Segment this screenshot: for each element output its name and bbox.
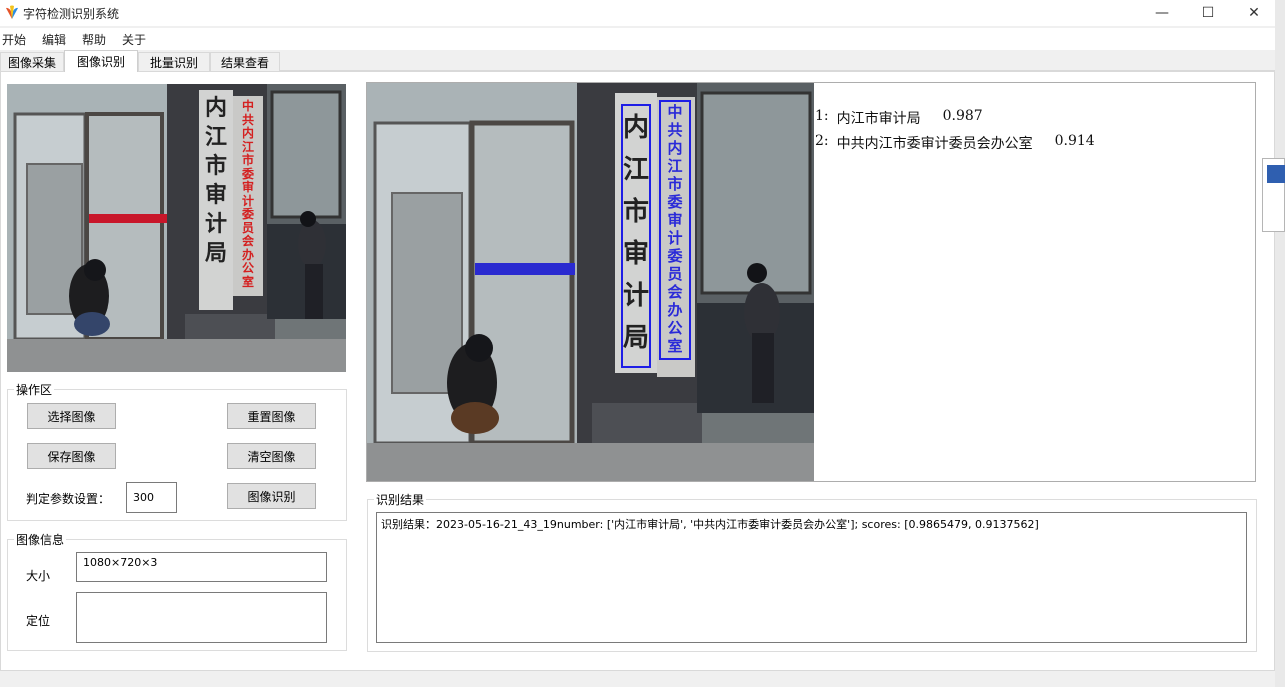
maximize-icon: ☐ [1201,5,1215,21]
select-image-button[interactable]: 选择图像 [27,403,116,429]
detection-row-2: 2: 中共内江市委审计委员会办公室 0.914 [815,133,1095,153]
close-button[interactable]: ✕ [1231,0,1277,26]
save-image-button[interactable]: 保存图像 [27,443,116,469]
image-info-group-title: 图像信息 [14,531,67,548]
size-label: 大小 [26,569,51,583]
tab-view-results[interactable]: 结果查看 [210,52,280,71]
menu-start[interactable]: 开始 [2,31,26,48]
detection-score: 0.914 [1054,133,1095,149]
window-title: 字符检测识别系统 [23,7,120,21]
position-label: 定位 [26,614,51,628]
maximize-button[interactable]: ☐ [1185,0,1231,26]
detection-text: 内江市审计局 [836,111,921,127]
detection-row-1: 1: 内江市审计局 0.987 [815,108,983,128]
window-edge [1275,0,1285,687]
detection-index: 2: [815,133,829,149]
annotated-image: 内 江 市 审 计 局 中 共 内 江 市 委 审 计 委 员 会 办 公 室 [367,83,814,481]
size-field[interactable]: 1080×720×3 [76,552,327,582]
result-group-title: 识别结果 [374,491,427,508]
param-input[interactable]: 300 [126,482,177,513]
sign-left-text: 内 江 市 审 计 局 [204,95,227,266]
operation-group-title: 操作区 [14,381,55,398]
minimize-button[interactable]: — [1139,0,1185,26]
minimize-icon: — [1155,5,1169,21]
result-textbox[interactable]: 识别结果：2023-05-16-21_43_19number: ['内江市审计局… [376,512,1247,643]
param-label: 判定参数设置： [26,492,111,506]
widget-icon [1267,165,1285,183]
tab-image-capture[interactable]: 图像采集 [0,52,64,71]
original-image: 内 江 市 审 计 局 中 共 内 江 市 委 审 计 委 员 会 办 公 室 [7,84,346,372]
detection-index: 1: [815,108,829,124]
tab-batch-recognition[interactable]: 批量识别 [138,52,210,71]
menu-about[interactable]: 关于 [122,31,146,48]
recognize-button[interactable]: 图像识别 [227,483,316,509]
title-bar [0,0,1275,26]
detection-score: 0.987 [942,108,983,124]
clear-image-button[interactable]: 清空图像 [227,443,316,469]
floating-widget[interactable] [1262,158,1285,232]
app-logo-icon [4,5,20,21]
position-field[interactable] [76,592,327,643]
menu-edit[interactable]: 编辑 [42,31,66,48]
detected-sign-left-text: 内 江 市 审 计 局 [622,113,649,353]
close-icon: ✕ [1248,5,1260,21]
menu-help[interactable]: 帮助 [82,31,106,48]
reset-image-button[interactable]: 重置图像 [227,403,316,429]
sign-right-text: 中 共 内 江 市 委 审 计 委 员 会 办 公 室 [241,99,254,289]
tab-image-recognition[interactable]: 图像识别 [64,50,138,72]
menu-bar [0,28,1275,50]
detected-sign-right-text: 中 共 内 江 市 委 审 计 委 员 会 办 公 室 [667,103,683,355]
detection-text: 中共内江市委审计委员会办公室 [836,136,1033,152]
